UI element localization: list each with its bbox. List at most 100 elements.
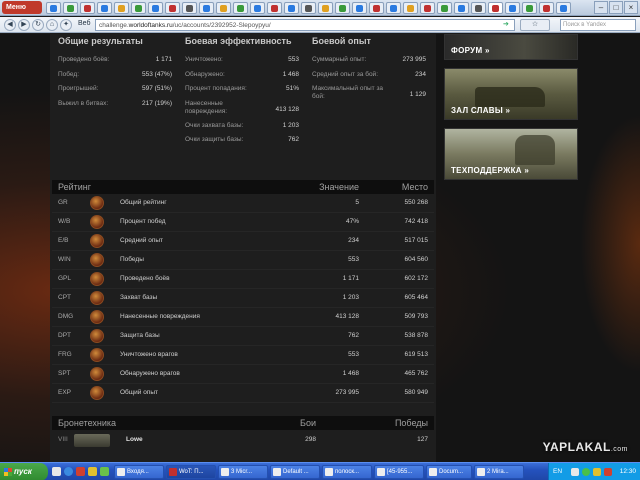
table-row: FRG Уничтожено врагов 553 619 513	[52, 346, 434, 365]
browser-tab[interactable]	[471, 2, 486, 14]
taskbar-button[interactable]: Docum...	[426, 465, 472, 479]
browser-tab[interactable]	[46, 2, 61, 14]
browser-tab[interactable]	[80, 2, 95, 14]
summary-row: Процент попадания: 51%	[185, 85, 299, 92]
browser-tab[interactable]	[505, 2, 520, 14]
summary-row: Очки защиты базы: 762	[185, 136, 299, 143]
browser-tab[interactable]	[233, 2, 248, 14]
taskbar-button[interactable]: Входя...	[114, 465, 164, 479]
browser-tab[interactable]	[539, 2, 554, 14]
quicklaunch-icon[interactable]	[88, 467, 97, 476]
close-icon[interactable]: ×	[624, 1, 638, 14]
tray-icon[interactable]	[582, 468, 590, 476]
browser-tab[interactable]	[318, 2, 333, 14]
taskbar-button[interactable]: 3 Micr...	[218, 465, 268, 479]
rating-medal-icon	[90, 215, 104, 229]
summary-experience: Боевой опыт Суммарный опыт: 273 995 Средн…	[312, 34, 426, 107]
summary-row: Побед: 553 (47%)	[58, 70, 172, 78]
summary-row: Средний опыт за бой: 234	[312, 70, 426, 78]
browser-tab-bar: Меню – □ ×	[0, 0, 640, 16]
windows-logo-icon	[4, 468, 12, 476]
wand-icon[interactable]: ✦	[60, 19, 72, 31]
search-input[interactable]: Поиск в Yandex	[560, 19, 636, 31]
rating-medal-icon	[90, 253, 104, 267]
browser-tab[interactable]	[284, 2, 299, 14]
browser-tab[interactable]	[114, 2, 129, 14]
quicklaunch-icon[interactable]	[100, 467, 109, 476]
browser-tab[interactable]	[403, 2, 418, 14]
rating-medal-icon	[90, 386, 104, 400]
summary-row: Выжил в битвах: 217 (19%)	[58, 99, 172, 107]
hall-of-fame-banner[interactable]: ЗАЛ СЛАВЫ »	[444, 68, 578, 120]
forum-banner[interactable]: ФОРУМ »	[444, 34, 578, 60]
bookmark-icon[interactable]: ☆	[520, 19, 550, 31]
rating-medal-icon	[90, 367, 104, 381]
table-row: E/B Средний опыт 234 517 015	[52, 232, 434, 251]
rating-title: Рейтинг	[58, 182, 92, 192]
browser-tab[interactable]	[267, 2, 282, 14]
table-row: DMG Нанесенные повреждения 413 128 509 793	[52, 308, 434, 327]
tank-icon	[74, 434, 110, 447]
rating-medal-icon	[90, 329, 104, 343]
rating-col-value: Значение	[319, 182, 359, 192]
table-row: WIN Победы 553 604 560	[52, 251, 434, 270]
reload-icon[interactable]: ↻	[32, 19, 44, 31]
browser-tab[interactable]	[250, 2, 265, 14]
browser-tab[interactable]	[216, 2, 231, 14]
browser-tab[interactable]	[148, 2, 163, 14]
table-row: GPL Проведено боёв 1 171 602 172	[52, 270, 434, 289]
watermark: YAPLAKAL.com	[542, 440, 628, 454]
summary-general-title: Общие результаты	[58, 36, 143, 46]
summary-row: Суммарный опыт: 273 995	[312, 56, 426, 63]
browser-tab[interactable]	[182, 2, 197, 14]
browser-tab[interactable]	[369, 2, 384, 14]
support-banner[interactable]: ТЕХПОДДЕРЖКА »	[444, 128, 578, 180]
table-row: W/B Процент побед 47% 742 418	[52, 213, 434, 232]
browser-tab[interactable]	[352, 2, 367, 14]
browser-tab[interactable]	[199, 2, 214, 14]
browser-tab[interactable]	[437, 2, 452, 14]
tray-icon[interactable]	[604, 468, 612, 476]
summary-row: Очки захвата базы: 1 203	[185, 121, 299, 129]
home-icon[interactable]: ⌂	[46, 19, 58, 31]
taskbar-button[interactable]: полоск...	[322, 465, 372, 479]
minimize-icon[interactable]: –	[594, 1, 608, 14]
soldiers-image	[515, 135, 555, 165]
browser-tab[interactable]	[97, 2, 112, 14]
browser-tab[interactable]	[63, 2, 78, 14]
quicklaunch-icon[interactable]	[64, 467, 73, 476]
browser-tab[interactable]	[454, 2, 469, 14]
vehicles-col-wins: Победы	[394, 418, 428, 428]
tray-icon[interactable]	[593, 468, 601, 476]
maximize-icon[interactable]: □	[609, 1, 623, 14]
tray-icon[interactable]	[571, 468, 579, 476]
summary-experience-title: Боевой опыт	[312, 36, 371, 46]
summary-row: Проигрышей: 597 (51%)	[58, 85, 172, 92]
browser-tab[interactable]	[556, 2, 571, 14]
taskbar-button[interactable]: [45-955...	[374, 465, 424, 479]
browser-tab-active[interactable]	[488, 2, 503, 14]
browser-tab[interactable]	[301, 2, 316, 14]
browser-tab[interactable]	[386, 2, 401, 14]
browser-tab[interactable]	[131, 2, 146, 14]
table-row: DPT Защита базы 762 538 878	[52, 327, 434, 346]
browser-tab[interactable]	[335, 2, 350, 14]
quicklaunch-icon[interactable]	[76, 467, 85, 476]
quicklaunch-icon[interactable]	[52, 467, 61, 476]
forward-icon[interactable]: ▶	[18, 19, 30, 31]
address-bar: ◀ ▶ ↻ ⌂ ✦ Веб challenge.worldoftanks.ru/…	[0, 17, 640, 33]
taskbar-button[interactable]: 2 Mira...	[474, 465, 524, 479]
taskbar-button-active[interactable]: WoT: П...	[166, 465, 216, 479]
start-button[interactable]: пуск	[0, 463, 48, 480]
summary-row: Нанесенные повреждения: 413 128	[185, 99, 299, 115]
browser-tab[interactable]	[420, 2, 435, 14]
table-row[interactable]: VIII Lowe 298 127	[52, 430, 434, 450]
go-icon[interactable]: ➔	[503, 21, 512, 30]
language-indicator[interactable]: EN	[553, 463, 562, 480]
browser-menu-button[interactable]: Меню	[2, 1, 42, 14]
browser-tab[interactable]	[522, 2, 537, 14]
taskbar-button[interactable]: Default ...	[270, 465, 320, 479]
url-input[interactable]: challenge.worldoftanks.ru/uc/accounts/23…	[95, 19, 515, 31]
back-icon[interactable]: ◀	[4, 19, 16, 31]
browser-tab[interactable]	[165, 2, 180, 14]
